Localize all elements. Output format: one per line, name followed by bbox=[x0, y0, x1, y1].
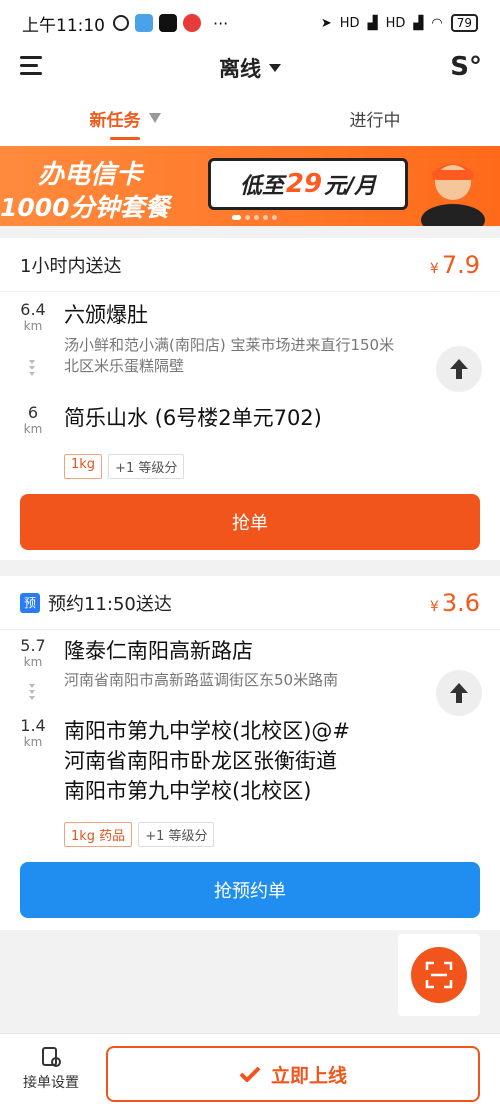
tab-new-tasks-label: 新任务 bbox=[89, 110, 141, 131]
banner-bubble: 低至 29 元/月 bbox=[208, 158, 408, 210]
pickup-distance-value: 5.7 bbox=[20, 636, 46, 655]
tab-in-progress-label: 进行中 bbox=[349, 110, 401, 131]
app-icon-red bbox=[183, 14, 201, 32]
wifi-icon: ◠ bbox=[431, 15, 443, 31]
tab-in-progress[interactable]: 进行中 bbox=[250, 90, 500, 146]
dropoff-distance-unit: km bbox=[23, 735, 43, 749]
battery-indicator: 79 bbox=[450, 14, 478, 32]
order-price: ¥7.9 bbox=[430, 251, 480, 279]
delivery-time: 1小时内送达 bbox=[20, 255, 122, 277]
dropoff-name: 简乐山水 (6号楼2单元702) bbox=[64, 406, 322, 430]
signal-2-label: HD bbox=[385, 15, 406, 31]
reservation-badge: 预 bbox=[20, 592, 40, 613]
pickup-distance-value: 6.4 bbox=[20, 300, 46, 319]
scan-button[interactable] bbox=[411, 947, 467, 1003]
app-header: 离线 S° bbox=[0, 46, 500, 90]
pickup-distance-unit: km bbox=[23, 655, 43, 669]
pickup-address: 汤小鲜和范小满(南阳店) 宝莱市场进来直行150米北区米乐蛋糕隔壁 bbox=[64, 336, 395, 375]
weight-tag: 1kg bbox=[64, 454, 103, 479]
order-settings-button[interactable]: 接单设置 bbox=[14, 1046, 88, 1092]
grab-reserved-order-button[interactable]: 抢预约单 bbox=[20, 862, 480, 918]
dropoff-distance-value: 1.4 bbox=[20, 716, 46, 735]
pickup-name: 六颁爆肚 bbox=[64, 303, 148, 327]
banner-bubble-num: 29 bbox=[285, 169, 323, 199]
level-tag: +1 等级分 bbox=[138, 822, 215, 847]
order-card[interactable]: 1小时内送达 ¥7.9 6.4 km 六颁爆肚 汤小鲜和范小满(南阳店) 宝莱市… bbox=[0, 238, 500, 560]
dropoff-name-line1: 南阳市第九中学校(北校区)@# bbox=[64, 719, 350, 743]
more-icon: ··· bbox=[213, 13, 229, 33]
go-online-button[interactable]: 立即上线 bbox=[106, 1046, 480, 1102]
status-time: 上午11:10 bbox=[22, 15, 105, 36]
status-bar: 上午11:10 ··· ➤ HD ▟ HD ▟ ◠ 79 bbox=[0, 0, 500, 46]
banner-bubble-pre: 低至 bbox=[239, 174, 284, 199]
navigate-button[interactable] bbox=[436, 670, 482, 716]
order-price: ¥3.6 bbox=[430, 589, 480, 617]
order-tags: 1kg +1 等级分 bbox=[64, 454, 185, 479]
online-status-dropdown[interactable]: 离线 bbox=[219, 53, 281, 83]
price-value: 3.6 bbox=[441, 588, 480, 617]
promo-banner[interactable]: 办电信卡 1000分钟套餐 低至 29 元/月 bbox=[0, 146, 500, 226]
dropoff-distance-value: 6 bbox=[27, 403, 39, 422]
check-icon bbox=[239, 1066, 261, 1082]
arrow-up-icon bbox=[450, 683, 468, 703]
grab-order-button[interactable]: 抢单 bbox=[20, 494, 480, 550]
signal-1-label: HD bbox=[339, 15, 360, 31]
dropoff-name-line3: 南阳市第九中学校(北校区) bbox=[64, 779, 312, 803]
banner-pagination bbox=[232, 215, 277, 220]
dropoff-distance: 6 km bbox=[18, 403, 48, 436]
alarm-icon bbox=[113, 15, 129, 31]
arrow-up-icon bbox=[450, 359, 468, 379]
order-header: 预 预约11:50送达 ¥3.6 bbox=[0, 576, 500, 630]
chevron-down-icon bbox=[269, 64, 281, 72]
order-card[interactable]: 预 预约11:50送达 ¥3.6 5.7 km 隆泰仁南阳高新路店 河南省南阳市… bbox=[0, 576, 500, 930]
order-header: 1小时内送达 ¥7.9 bbox=[0, 238, 500, 292]
tab-new-tasks[interactable]: 新任务 bbox=[0, 90, 250, 146]
settings-doc-icon bbox=[42, 1047, 61, 1067]
route-dots bbox=[29, 360, 35, 378]
order-tags: 1kg 药品 +1 等级分 bbox=[64, 822, 215, 847]
bottom-bar: 接单设置 立即上线 bbox=[0, 1033, 500, 1111]
location-icon: ➤ bbox=[320, 15, 332, 31]
weight-tag: 1kg 药品 bbox=[64, 822, 133, 847]
status-right: ➤ HD ▟ HD ▟ ◠ 79 bbox=[321, 14, 478, 32]
pickup-distance: 5.7 km bbox=[18, 636, 48, 669]
signal-1-icon: ▟ bbox=[367, 15, 378, 31]
status-app-icons: ··· bbox=[113, 14, 228, 33]
currency-symbol: ¥ bbox=[429, 598, 439, 615]
pickup-distance: 6.4 km bbox=[18, 300, 48, 333]
banner-bubble-post: 元/月 bbox=[324, 174, 377, 199]
tiktok-icon bbox=[159, 14, 177, 32]
dropoff-name-line2: 河南省南阳市卧龙区张衡街道 bbox=[64, 749, 337, 773]
dropoff-distance: 1.4 km bbox=[18, 716, 48, 749]
app-icon-blue bbox=[135, 14, 153, 32]
banner-line1: 办电信卡 bbox=[38, 160, 143, 190]
navigate-button[interactable] bbox=[436, 346, 482, 392]
pickup-name: 隆泰仁南阳高新路店 bbox=[64, 639, 253, 663]
route-dots bbox=[29, 684, 35, 702]
order-settings-label: 接单设置 bbox=[23, 1075, 79, 1091]
go-online-label: 立即上线 bbox=[270, 1064, 347, 1087]
level-tag: +1 等级分 bbox=[108, 454, 185, 479]
signal-2-icon: ▟ bbox=[413, 15, 424, 31]
pickup-distance-unit: km bbox=[23, 319, 43, 333]
menu-icon[interactable] bbox=[20, 56, 42, 80]
scan-button-container bbox=[398, 934, 480, 1016]
pickup-address: 河南省南阳市高新路蓝调街区东50米路南 bbox=[64, 671, 339, 689]
app-logo-icon[interactable]: S° bbox=[450, 52, 482, 82]
courier-illustration-icon bbox=[421, 164, 485, 226]
currency-symbol: ¥ bbox=[429, 260, 439, 277]
filter-icon[interactable] bbox=[148, 113, 161, 123]
price-value: 7.9 bbox=[441, 250, 480, 279]
banner-line2: 1000分钟套餐 bbox=[0, 193, 170, 222]
dropoff-distance-unit: km bbox=[23, 422, 43, 436]
page-title: 离线 bbox=[219, 57, 261, 81]
task-tabs: 新任务 进行中 bbox=[0, 90, 500, 146]
delivery-time: 预约11:50送达 bbox=[48, 593, 172, 615]
scan-icon bbox=[425, 961, 453, 989]
